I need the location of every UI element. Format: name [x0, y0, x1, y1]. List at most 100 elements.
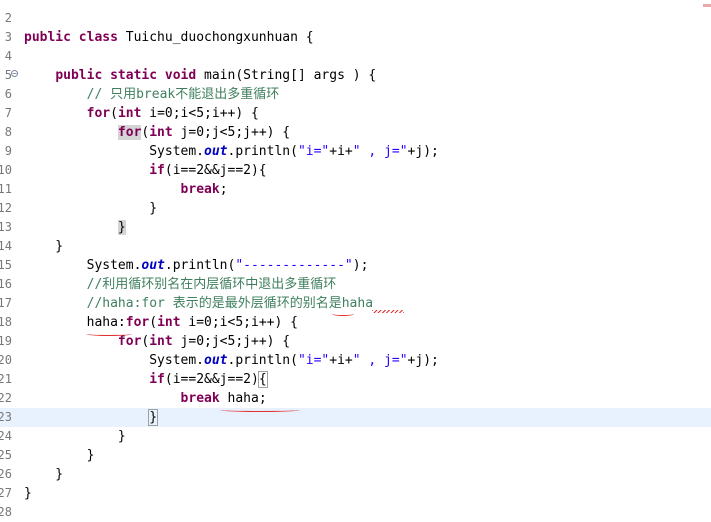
code-token: int [149, 334, 181, 349]
code-token: "i=" [297, 353, 330, 368]
code-token: i=0;i<5;i++) { [188, 315, 298, 330]
line-number: 23 [0, 410, 12, 424]
code-text: System.out.println("i="+i+" , j="+j); [24, 351, 439, 370]
code-line[interactable]: 12 } [0, 199, 711, 218]
code-line[interactable]: 28 [0, 503, 711, 522]
code-line[interactable]: 16 //利用循环别名在内层循环中退出多重循环 [0, 275, 711, 294]
line-number: 16 [0, 277, 12, 291]
code-token: public class [24, 30, 126, 45]
code-line[interactable]: 6 // 只用break不能退出多重循环 [0, 85, 711, 104]
code-token: (i==2&&j==2){ [164, 163, 267, 178]
code-token: Tuichu_duochongxunhuan { [125, 30, 314, 45]
code-line[interactable]: 7 for(int i=0;i<5;i++) { [0, 104, 711, 123]
code-line[interactable]: 22 break haha; [0, 389, 711, 408]
code-line[interactable]: 24 } [0, 427, 711, 446]
code-token: if [149, 372, 165, 387]
code-line[interactable]: 20 System.out.println("i="+i+" , j="+j); [0, 351, 711, 370]
code-text: break; [24, 180, 228, 199]
annotation-underline-haha-comment [332, 312, 354, 316]
line-number: 13 [0, 220, 12, 234]
code-token: +i+ [329, 144, 353, 159]
text-caret [157, 410, 159, 425]
code-line[interactable]: 21 if(i==2&&j==2){ [0, 370, 711, 389]
code-line[interactable]: 26 } [0, 465, 711, 484]
line-number: 14 [0, 239, 12, 253]
code-line[interactable]: 14 } [0, 237, 711, 256]
code-token: main(String[] [204, 68, 314, 83]
line-number: 17 [0, 296, 12, 310]
code-text: } [24, 427, 126, 446]
line-number: 24 [0, 429, 12, 443]
code-line[interactable]: 25 } [0, 446, 711, 465]
code-line[interactable]: 17 //haha:for 表示的是最外层循环的别名是haha [0, 294, 711, 313]
line-number: 10 [0, 163, 12, 177]
code-token: ( [149, 315, 158, 330]
code-line[interactable]: 5− public static void main(String[] args… [0, 66, 711, 85]
code-text: System.out.println("i="+i+" , j="+j); [24, 142, 439, 161]
code-text: //haha:for 表示的是最外层循环的别名是haha [24, 294, 373, 313]
code-token: System. [24, 144, 205, 159]
code-line[interactable]: 9 System.out.println("i="+i+" , j="+j); [0, 142, 711, 161]
code-token: int [149, 125, 181, 140]
code-line[interactable]: 13 } [0, 218, 711, 237]
code-text: break haha; [24, 389, 267, 408]
line-number: 25 [0, 448, 12, 462]
code-line[interactable]: 18 haha:for(int i=0;i<5;i++) { [0, 313, 711, 332]
line-number: 5 [4, 68, 12, 82]
code-token: j=0;j<5;j++) { [180, 125, 291, 140]
code-token: } [24, 486, 32, 501]
code-text: } [24, 484, 32, 503]
line-number: 8 [4, 125, 12, 139]
code-token: (i==2&&j==2) [164, 372, 259, 387]
code-text: } [24, 199, 157, 218]
code-line[interactable]: 8 for(int j=0;j<5;j++) { [0, 123, 711, 142]
code-text: for(int j=0;j<5;j++) { [24, 332, 290, 351]
code-line[interactable]: 23 } [0, 408, 711, 427]
code-token: break [180, 182, 220, 197]
code-token: j=0;j<5;j++) { [180, 334, 291, 349]
code-line[interactable]: 27} [0, 484, 711, 503]
line-number: 7 [4, 106, 12, 120]
code-token: " , j=" [352, 144, 408, 159]
code-token: ; [219, 182, 228, 197]
code-token: for [117, 334, 142, 349]
code-token: //利用循环别名在内层循环中退出多重循环 [86, 277, 337, 292]
line-number: 9 [4, 144, 12, 158]
overview-ruler-mark [703, 4, 711, 7]
code-token: ( [110, 106, 118, 121]
code-line[interactable]: 2 [0, 9, 711, 28]
code-token: i=0;i<5;i++) { [149, 106, 259, 121]
annotation-underline-break-haha [220, 408, 300, 412]
fold-collapse-icon[interactable]: − [11, 70, 18, 78]
code-text: } [24, 218, 126, 237]
annotation-underline-haha-label [86, 332, 132, 336]
code-line[interactable]: 3 public class Tuichu_duochongxunhuan { [0, 28, 711, 47]
spelling-squiggle-haha [372, 310, 404, 313]
code-line[interactable]: 10 if(i==2&&j==2){ [0, 161, 711, 180]
code-token: " , j=" [352, 353, 408, 368]
code-line[interactable]: 15 System.out.println("-------------"); [0, 256, 711, 275]
code-line[interactable]: 4 [0, 47, 711, 66]
code-token: { [257, 371, 268, 388]
code-text: public static void main(String[] args ) … [24, 66, 376, 85]
code-line[interactable]: 11 break; [0, 180, 711, 199]
code-text: // 只用break不能退出多重循环 [24, 85, 280, 104]
code-editor[interactable]: 2 3 public class Tuichu_duochongxunhuan {4… [0, 0, 711, 521]
code-text: if(i==2&&j==2){ [24, 161, 267, 180]
code-token: out [204, 144, 228, 159]
line-number: 21 [0, 372, 12, 386]
code-text: } [24, 408, 159, 427]
code-token: break [180, 391, 228, 406]
code-text: for(int i=0;i<5;i++) { [24, 104, 259, 123]
code-token: haha: [24, 315, 126, 330]
code-token: // 只用break不能退出多重循环 [86, 87, 280, 102]
